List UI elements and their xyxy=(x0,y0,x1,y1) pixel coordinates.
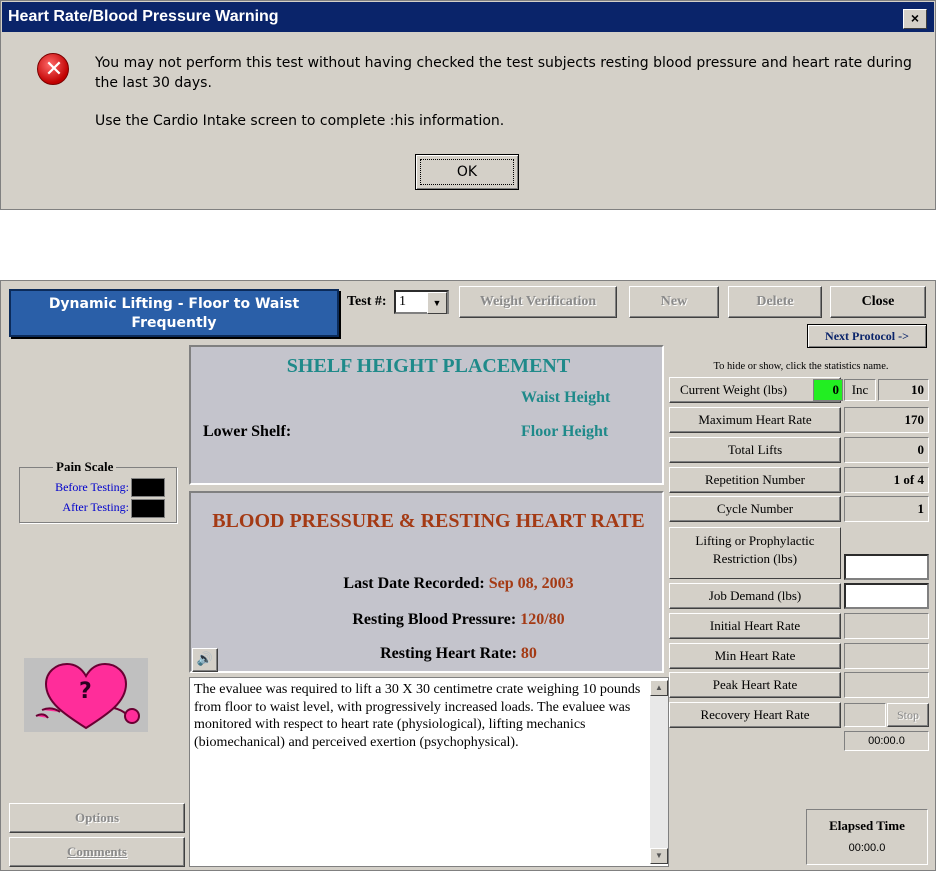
pain-scale-title: Pain Scale xyxy=(53,459,117,475)
min-heart-rate-label[interactable]: Min Heart Rate xyxy=(669,643,841,669)
peak-heart-rate-label[interactable]: Peak Heart Rate xyxy=(669,672,841,698)
lower-shelf-value: Floor Height xyxy=(521,423,609,440)
increment-label: Inc xyxy=(844,379,876,401)
dialog-instruction: Use the Cardio Intake screen to complete… xyxy=(95,113,505,129)
restriction-label[interactable]: Lifting or Prophylactic Restriction (lbs… xyxy=(669,527,841,579)
description-scrollbar[interactable]: ▲ ▼ xyxy=(650,680,668,864)
dialog-title: Heart Rate/Blood Pressure Warning xyxy=(2,2,934,32)
scroll-up-icon[interactable]: ▲ xyxy=(650,680,668,696)
resting-bp-label: Resting Blood Pressure: xyxy=(352,611,517,628)
test-number-value: 1 xyxy=(399,294,406,309)
initial-heart-rate-label[interactable]: Initial Heart Rate xyxy=(669,613,841,639)
max-heart-rate-value: 170 xyxy=(844,407,929,433)
ok-button[interactable]: OK xyxy=(415,154,519,190)
resting-bp-row: Resting Blood Pressure: 120/80 xyxy=(191,611,666,629)
warning-dialog: Heart Rate/Blood Pressure Warning × ✕ Yo… xyxy=(0,0,936,210)
recovery-timer: 00:00.0 xyxy=(844,731,929,751)
elapsed-time-box: Elapsed Time 00:00.0 xyxy=(806,809,928,865)
blood-pressure-panel: BLOOD PRESSURE & RESTING HEART RATE Last… xyxy=(189,491,664,673)
pain-before-field[interactable] xyxy=(131,478,165,497)
close-button[interactable]: Close xyxy=(830,286,926,318)
stats-hint: To hide or show, click the statistics na… xyxy=(713,361,889,372)
shelf-height-title: SHELF HEIGHT PLACEMENT xyxy=(286,355,571,377)
restriction-input[interactable] xyxy=(844,554,929,580)
current-weight-value: 0 xyxy=(813,379,843,401)
peak-heart-rate-value xyxy=(844,672,929,698)
dialog-close-button[interactable]: × xyxy=(903,9,927,29)
total-lifts-label[interactable]: Total Lifts xyxy=(669,437,841,463)
description-text: The evaluee was required to lift a 30 X … xyxy=(194,682,641,750)
total-lifts-value: 0 xyxy=(844,437,929,463)
max-heart-rate-label[interactable]: Maximum Heart Rate xyxy=(669,407,841,433)
heart-question-image: ? xyxy=(24,658,148,732)
test-number-select[interactable]: 1 ▼ xyxy=(394,290,449,314)
weight-verification-button[interactable]: Weight Verification xyxy=(459,286,617,318)
job-demand-input[interactable] xyxy=(844,583,929,609)
blood-pressure-title: BLOOD PRESSURE & RESTING HEART RATE xyxy=(212,510,645,532)
repetition-number-label[interactable]: Repetition Number xyxy=(669,467,841,493)
pain-after-field[interactable] xyxy=(131,499,165,518)
initial-heart-rate-value xyxy=(844,613,929,639)
delete-button[interactable]: Delete xyxy=(728,286,822,318)
last-date-value: Sep 08, 2003 xyxy=(488,575,574,592)
description-box[interactable]: The evaluee was required to lift a 30 X … xyxy=(189,677,669,867)
options-button[interactable]: Options xyxy=(9,803,185,833)
speaker-icon[interactable]: 🔊 xyxy=(192,648,218,672)
next-protocol-button[interactable]: Next Protocol -> xyxy=(807,324,927,348)
new-button[interactable]: New xyxy=(629,286,719,318)
elapsed-time-value: 00:00.0 xyxy=(848,842,886,854)
elapsed-time-title: Elapsed Time xyxy=(829,818,905,833)
last-date-row: Last Date Recorded: Sep 08, 2003 xyxy=(191,575,666,593)
pain-after-label: After Testing: xyxy=(62,500,129,514)
test-number-label: Test #: xyxy=(347,294,387,309)
repetition-number-value: 1 of 4 xyxy=(844,467,929,493)
shelf-height-panel: SHELF HEIGHT PLACEMENT Waist Height Lowe… xyxy=(189,345,664,485)
pain-before-label: Before Testing: xyxy=(55,480,129,494)
resting-hr-row: Resting Heart Rate: 80 xyxy=(191,645,666,663)
increment-value: 10 xyxy=(878,379,929,401)
resting-bp-value: 120/80 xyxy=(520,611,565,628)
comments-button[interactable]: Comments xyxy=(9,837,185,867)
dialog-message: You may not perform this test without ha… xyxy=(95,55,912,91)
stop-button[interactable]: Stop xyxy=(887,703,929,727)
upper-shelf-value: Waist Height xyxy=(521,389,611,406)
svg-text:?: ? xyxy=(79,679,92,704)
resting-hr-label: Resting Heart Rate: xyxy=(380,645,517,662)
protocol-window: Dynamic Lifting - Floor to Waist Frequen… xyxy=(0,280,936,871)
scroll-down-icon[interactable]: ▼ xyxy=(650,848,668,864)
recovery-heart-rate-value xyxy=(844,703,886,727)
cycle-number-label[interactable]: Cycle Number xyxy=(669,496,841,522)
protocol-title: Dynamic Lifting - Floor to Waist Frequen… xyxy=(9,289,339,337)
recovery-heart-rate-label[interactable]: Recovery Heart Rate xyxy=(669,702,841,728)
lower-shelf-label: Lower Shelf: xyxy=(203,423,292,440)
min-heart-rate-value xyxy=(844,643,929,669)
cycle-number-value: 1 xyxy=(844,496,929,522)
error-icon: ✕ xyxy=(37,53,69,85)
job-demand-label[interactable]: Job Demand (lbs) xyxy=(669,583,841,609)
last-date-label: Last Date Recorded: xyxy=(343,575,485,592)
chevron-down-icon[interactable]: ▼ xyxy=(427,292,447,314)
resting-hr-value: 80 xyxy=(520,645,537,662)
